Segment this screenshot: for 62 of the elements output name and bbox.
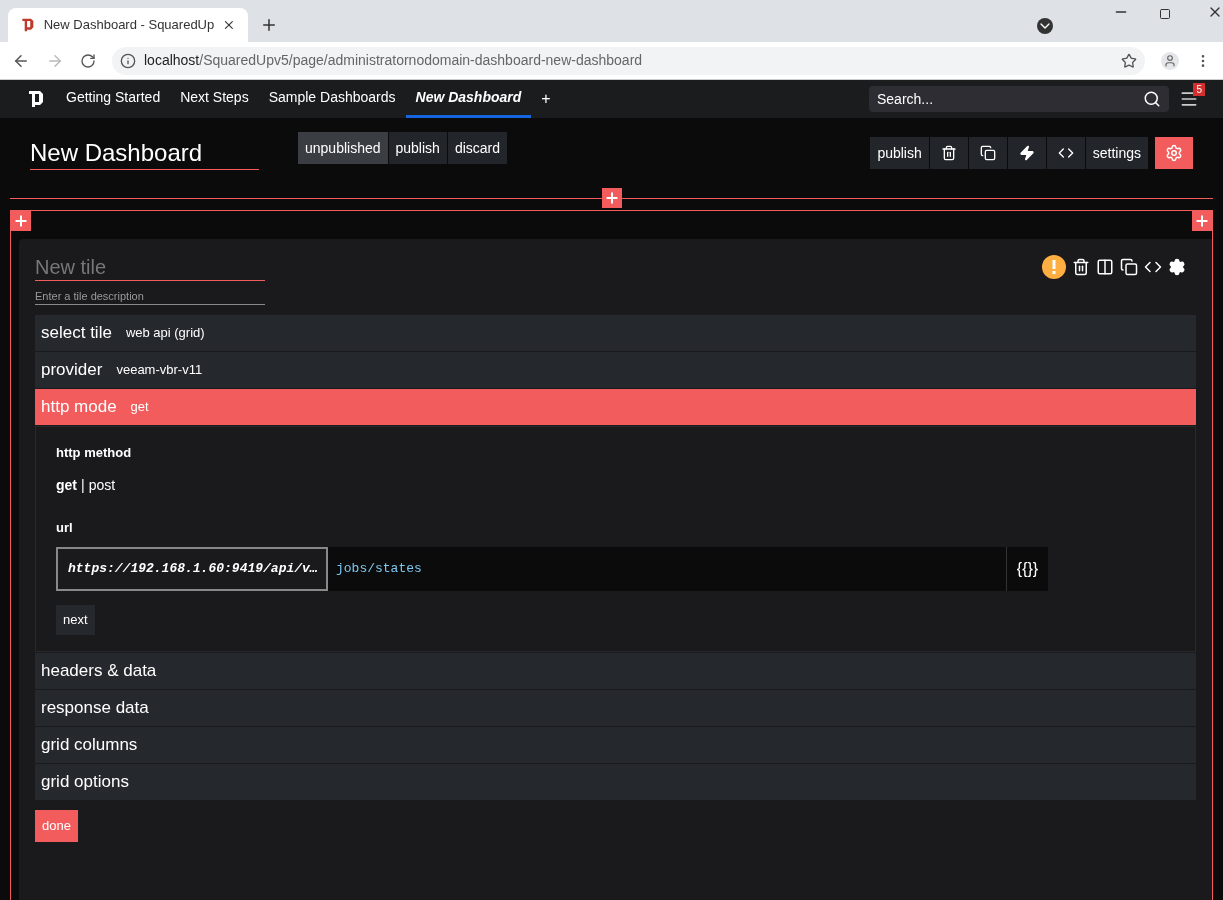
tab-search-icon[interactable] <box>1037 18 1053 34</box>
separator: | <box>81 475 85 495</box>
delete-button[interactable] <box>929 137 968 169</box>
field-label: url <box>56 518 74 537</box>
notification-badge: 5 <box>1193 83 1205 96</box>
app-logo <box>26 89 46 109</box>
nav-tab[interactable]: Next Steps <box>170 80 259 118</box>
copy-icon <box>979 145 996 161</box>
trash-icon <box>940 145 957 161</box>
settings-icon[interactable] <box>1168 258 1186 276</box>
split-icon[interactable] <box>1096 258 1114 276</box>
accordion-header[interactable]: provider veeam-vbr-v11 <box>35 352 1196 388</box>
code-icon <box>1057 145 1074 161</box>
menu-icon[interactable] <box>1179 89 1199 109</box>
url-base-field: https://192.168.1.60:9419/api/v… <box>56 547 328 591</box>
publish-state-tab[interactable]: unpublished <box>298 132 388 164</box>
settings-gear-button[interactable] <box>1155 137 1193 169</box>
address-bar[interactable]: localhost/SquaredUpv5/page/administratornodomain-dashboard-new-dashboard <box>112 46 1145 75</box>
copy-tile-icon[interactable] <box>1120 258 1138 276</box>
method-option[interactable]: post <box>88 474 116 496</box>
maximize-icon[interactable] <box>1159 8 1171 20</box>
tile-title-field[interactable]: New tile <box>35 253 265 281</box>
tab-title: New Dashboard - SquaredUp <box>43 16 215 35</box>
info-icon <box>120 52 136 69</box>
template-button[interactable]: {{}} <box>1006 547 1048 591</box>
add-tab-button[interactable]: + <box>531 87 561 111</box>
accordion-header[interactable]: headers & data <box>35 653 1196 689</box>
accordion-header[interactable]: response data <box>35 690 1196 726</box>
dashboard-title-field[interactable]: New Dashboard <box>30 136 259 170</box>
lightning-icon <box>1018 145 1035 161</box>
tile-description-field[interactable]: Enter a tile description <box>35 287 265 305</box>
nav-tab[interactable]: New Dashboard <box>405 80 532 118</box>
code-button[interactable] <box>1046 137 1085 169</box>
next-button[interactable]: next <box>56 604 95 635</box>
lightning-button[interactable] <box>1007 137 1046 169</box>
url-path-field[interactable]: jobs/states <box>328 547 1006 591</box>
browser-tab[interactable]: New Dashboard - SquaredUp <box>8 8 248 42</box>
settings-button[interactable]: settings <box>1085 137 1148 169</box>
nav-tab[interactable]: Sample Dashboards <box>258 80 406 118</box>
bookmark-star-icon[interactable] <box>1121 52 1137 69</box>
reload-icon[interactable] <box>80 52 96 69</box>
gear-icon <box>1165 144 1183 162</box>
close-icon[interactable] <box>222 18 236 32</box>
profile-icon[interactable] <box>1161 51 1179 70</box>
search-field[interactable]: Search... <box>869 86 1169 112</box>
add-button[interactable] <box>601 188 622 208</box>
copy-button[interactable] <box>968 137 1007 169</box>
delete-tile-icon[interactable] <box>1072 258 1090 276</box>
url-text: localhost/SquaredUpv5/page/administratornodomain-dashboard-new-dashboard <box>144 51 643 70</box>
method-option[interactable]: get <box>56 474 77 496</box>
publish-button[interactable]: publish <box>870 137 929 169</box>
publish-state-tab[interactable]: publish <box>388 132 447 164</box>
publish-state-tab[interactable]: discard <box>447 132 508 164</box>
tab-favicon-icon <box>20 17 36 33</box>
accordion-header[interactable]: grid columns <box>35 727 1196 763</box>
accordion-header[interactable]: grid options <box>35 764 1196 800</box>
new-tab-icon[interactable] <box>260 16 278 34</box>
accordion-header[interactable]: select tile web api (grid) <box>35 315 1196 351</box>
search-icon[interactable] <box>1143 90 1161 108</box>
warning-icon <box>1042 255 1066 279</box>
field-label: http method <box>56 444 133 462</box>
nav-tab[interactable]: Getting Started <box>56 80 171 118</box>
